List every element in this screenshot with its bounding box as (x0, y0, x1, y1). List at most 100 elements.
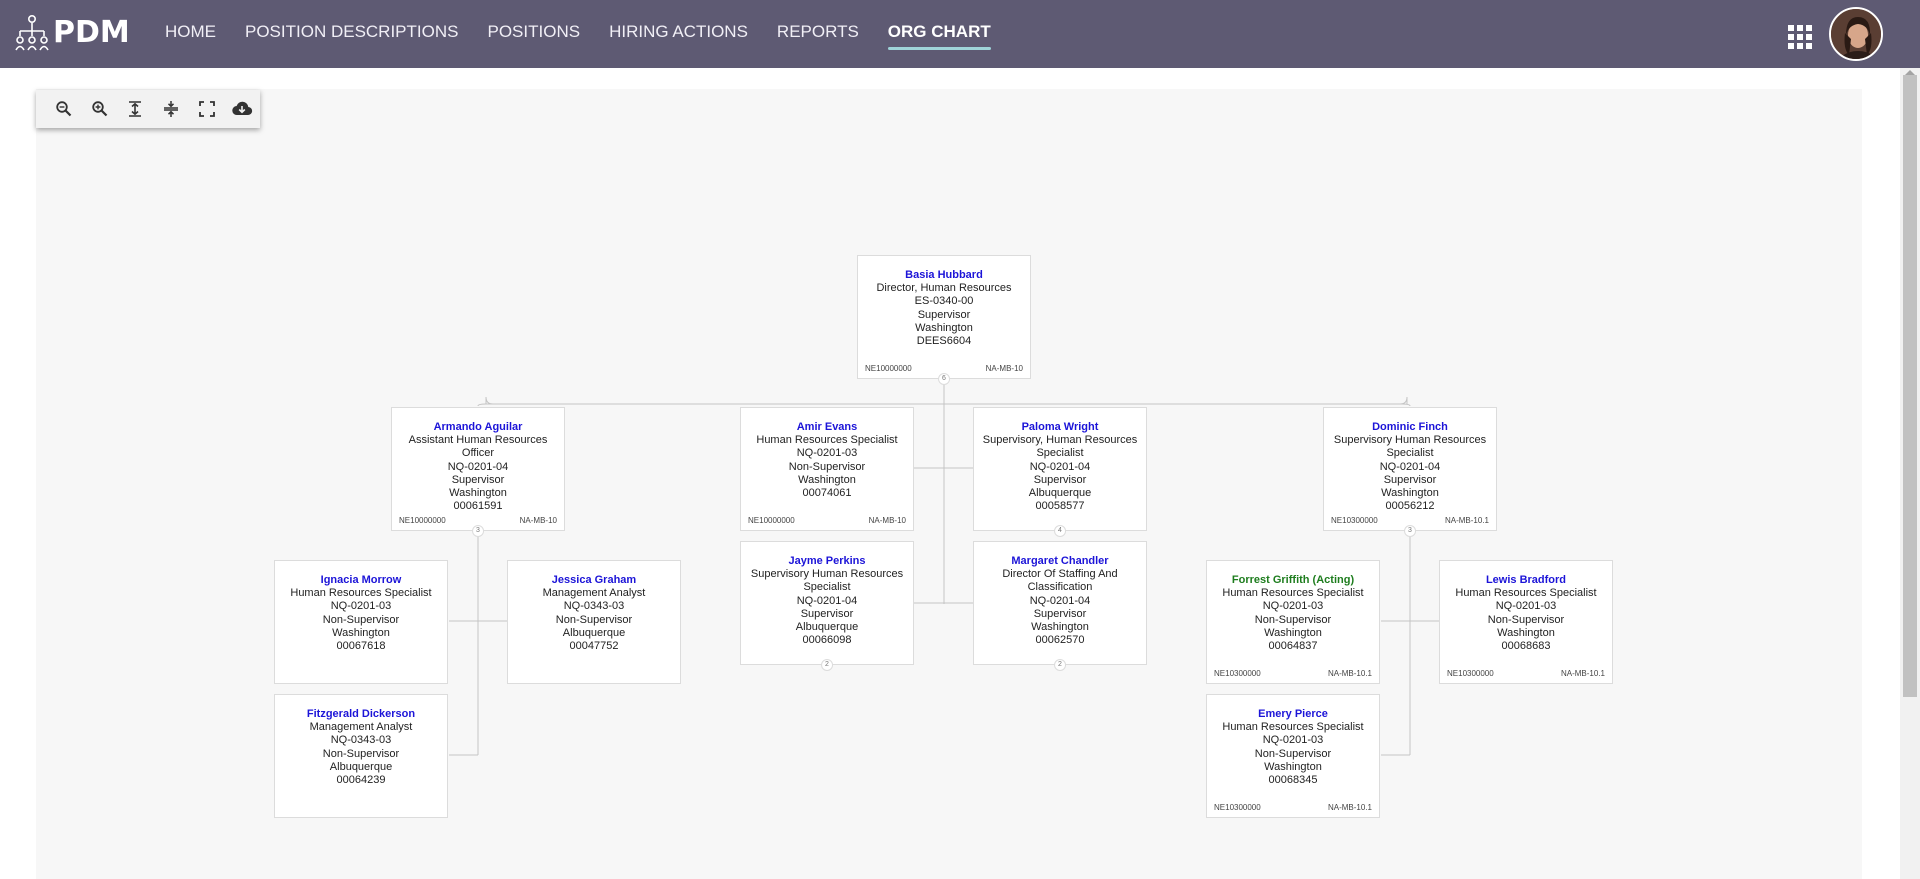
node-expand-count[interactable]: 6 (938, 373, 950, 385)
node-name[interactable]: Ignacia Morrow (275, 574, 447, 587)
nav-hiring-actions[interactable]: HIRING ACTIONS (609, 0, 748, 68)
node-org-code: NE10300000 (1214, 669, 1261, 678)
node-supervisory: Non-Supervisor (1254, 613, 1332, 626)
node-location: Washington (1264, 760, 1322, 773)
node-name[interactable]: Emery Pierce (1207, 708, 1379, 721)
collapse-vertical-button[interactable] (153, 94, 189, 124)
node-expand-count[interactable]: 4 (1054, 525, 1066, 537)
node-pay-code: NA-MB-10 (868, 516, 906, 525)
org-node-jayme-perkins[interactable]: Jayme Perkins Supervisory Human Resource… (740, 541, 914, 671)
node-expand-count[interactable]: 3 (472, 525, 484, 537)
node-series: NQ-0201-04 (796, 594, 858, 607)
node-title: Human Resources Specialist (756, 434, 898, 446)
node-expand-count[interactable]: 3 (1404, 525, 1416, 537)
node-supervisory: Non-Supervisor (322, 613, 400, 626)
node-expand-count[interactable]: 2 (1054, 659, 1066, 671)
node-pay-code: NA-MB-10 (519, 516, 557, 525)
org-node-forrest-griffith[interactable]: Forrest Griffith (Acting) Human Resource… (1206, 560, 1380, 684)
node-position-number: 00058577 (1035, 500, 1085, 513)
node-position-number: 00061591 (453, 500, 503, 513)
org-node-emery-pierce[interactable]: Emery Pierce Human Resources Specialist … (1206, 694, 1380, 818)
org-node-basia-hubbard[interactable]: Basia Hubbard Director, Human Resources … (857, 255, 1031, 385)
nav-position-descriptions[interactable]: POSITION DESCRIPTIONS (245, 0, 458, 68)
org-hierarchy-icon (15, 14, 49, 51)
pdm-logo[interactable]: PDM (15, 14, 130, 52)
scrollbar-thumb[interactable] (1903, 75, 1917, 697)
node-series: NQ-0343-03 (330, 734, 392, 747)
node-position-number: 00066098 (802, 634, 852, 647)
node-series: NQ-0201-03 (330, 600, 392, 613)
node-title: Human Resources Specialist (290, 587, 432, 599)
node-title: Supervisory, Human Resources (982, 434, 1138, 446)
zoom-in-button[interactable] (82, 94, 118, 124)
node-title-cont: Classification (1027, 581, 1093, 594)
org-node-jessica-graham[interactable]: Jessica Graham Management Analyst NQ-034… (507, 560, 681, 684)
nav-home[interactable]: HOME (165, 0, 216, 68)
node-position-number: 00047752 (569, 640, 619, 653)
collapse-vertical-icon (163, 101, 178, 117)
node-title: Director Of Staffing And (1002, 568, 1118, 580)
node-series: NQ-0201-03 (1495, 600, 1557, 613)
fit-vertical-button[interactable] (117, 94, 153, 124)
node-name[interactable]: Forrest Griffith (Acting) (1207, 574, 1379, 587)
logo-text: PDM (53, 15, 130, 50)
export-download-button[interactable] (224, 94, 260, 124)
node-supervisory: Supervisor (917, 308, 971, 321)
node-footer: NE10300000 NA-MB-10.1 (1214, 803, 1372, 812)
node-name[interactable]: Amir Evans (741, 421, 913, 434)
org-node-lewis-bradford[interactable]: Lewis Bradford Human Resources Specialis… (1439, 560, 1613, 684)
node-name[interactable]: Jayme Perkins (741, 555, 913, 568)
node-position-number: 00064239 (336, 774, 386, 787)
node-location: Washington (1497, 626, 1555, 639)
top-nav-bar: PDM HOME POSITION DESCRIPTIONS POSITIONS… (0, 0, 1920, 68)
node-name[interactable]: Fitzgerald Dickerson (275, 708, 447, 721)
node-name[interactable]: Jessica Graham (508, 574, 680, 587)
chart-toolbar (36, 90, 260, 128)
org-node-amir-evans[interactable]: Amir Evans Human Resources Specialist NQ… (740, 407, 914, 531)
node-title: Management Analyst (309, 721, 413, 733)
node-supervisory: Non-Supervisor (322, 747, 400, 760)
node-position-number: 00068345 (1268, 774, 1318, 787)
org-node-fitzgerald-dickerson[interactable]: Fitzgerald Dickerson Management Analyst … (274, 694, 448, 818)
node-name[interactable]: Basia Hubbard (858, 269, 1030, 282)
node-org-code: NE10300000 (1447, 669, 1494, 678)
fullscreen-button[interactable] (189, 94, 225, 124)
apps-grid-icon[interactable] (1788, 25, 1812, 49)
node-location: Albuquerque (795, 621, 859, 634)
main-nav: HOME POSITION DESCRIPTIONS POSITIONS HIR… (165, 0, 1020, 68)
node-series: NQ-0343-03 (563, 600, 625, 613)
org-node-dominic-finch[interactable]: Dominic Finch Supervisory Human Resource… (1323, 407, 1497, 537)
avatar[interactable] (1829, 7, 1883, 61)
node-footer: NE10000000 NA-MB-10 (865, 364, 1023, 373)
org-node-paloma-wright[interactable]: Paloma Wright Supervisory, Human Resourc… (973, 407, 1147, 537)
org-node-margaret-chandler[interactable]: Margaret Chandler Director Of Staffing A… (973, 541, 1147, 671)
node-name[interactable]: Lewis Bradford (1440, 574, 1612, 587)
node-location: Washington (332, 626, 390, 639)
node-supervisory: Supervisor (1383, 473, 1437, 486)
node-supervisory: Non-Supervisor (1487, 613, 1565, 626)
node-org-code: NE10300000 (1331, 516, 1378, 525)
node-footer: NE10000000 NA-MB-10 (748, 516, 906, 525)
zoom-out-icon (56, 101, 72, 117)
node-name[interactable]: Paloma Wright (974, 421, 1146, 434)
node-expand-count[interactable]: 2 (821, 659, 833, 671)
nav-org-chart[interactable]: ORG CHART (887, 0, 991, 68)
zoom-out-button[interactable] (46, 94, 82, 124)
node-supervisory: Non-Supervisor (788, 460, 866, 473)
nav-positions[interactable]: POSITIONS (487, 0, 580, 68)
node-name[interactable]: Margaret Chandler (974, 555, 1146, 568)
node-title-cont: Specialist (1036, 447, 1084, 460)
org-node-ignacia-morrow[interactable]: Ignacia Morrow Human Resources Specialis… (274, 560, 448, 684)
node-series: NQ-0201-03 (796, 447, 858, 460)
zoom-in-icon (91, 101, 107, 117)
node-series: NQ-0201-04 (1379, 460, 1441, 473)
nav-reports[interactable]: REPORTS (777, 0, 859, 68)
node-org-code: NE10000000 (748, 516, 795, 525)
node-location: Washington (915, 321, 973, 334)
node-position-number: DEES6604 (916, 335, 972, 348)
node-name[interactable]: Armando Aguilar (392, 421, 564, 434)
org-node-armando-aguilar[interactable]: Armando Aguilar Assistant Human Resource… (391, 407, 565, 537)
node-title: Human Resources Specialist (1455, 587, 1597, 599)
node-name[interactable]: Dominic Finch (1324, 421, 1496, 434)
node-series: NQ-0201-04 (1029, 594, 1091, 607)
